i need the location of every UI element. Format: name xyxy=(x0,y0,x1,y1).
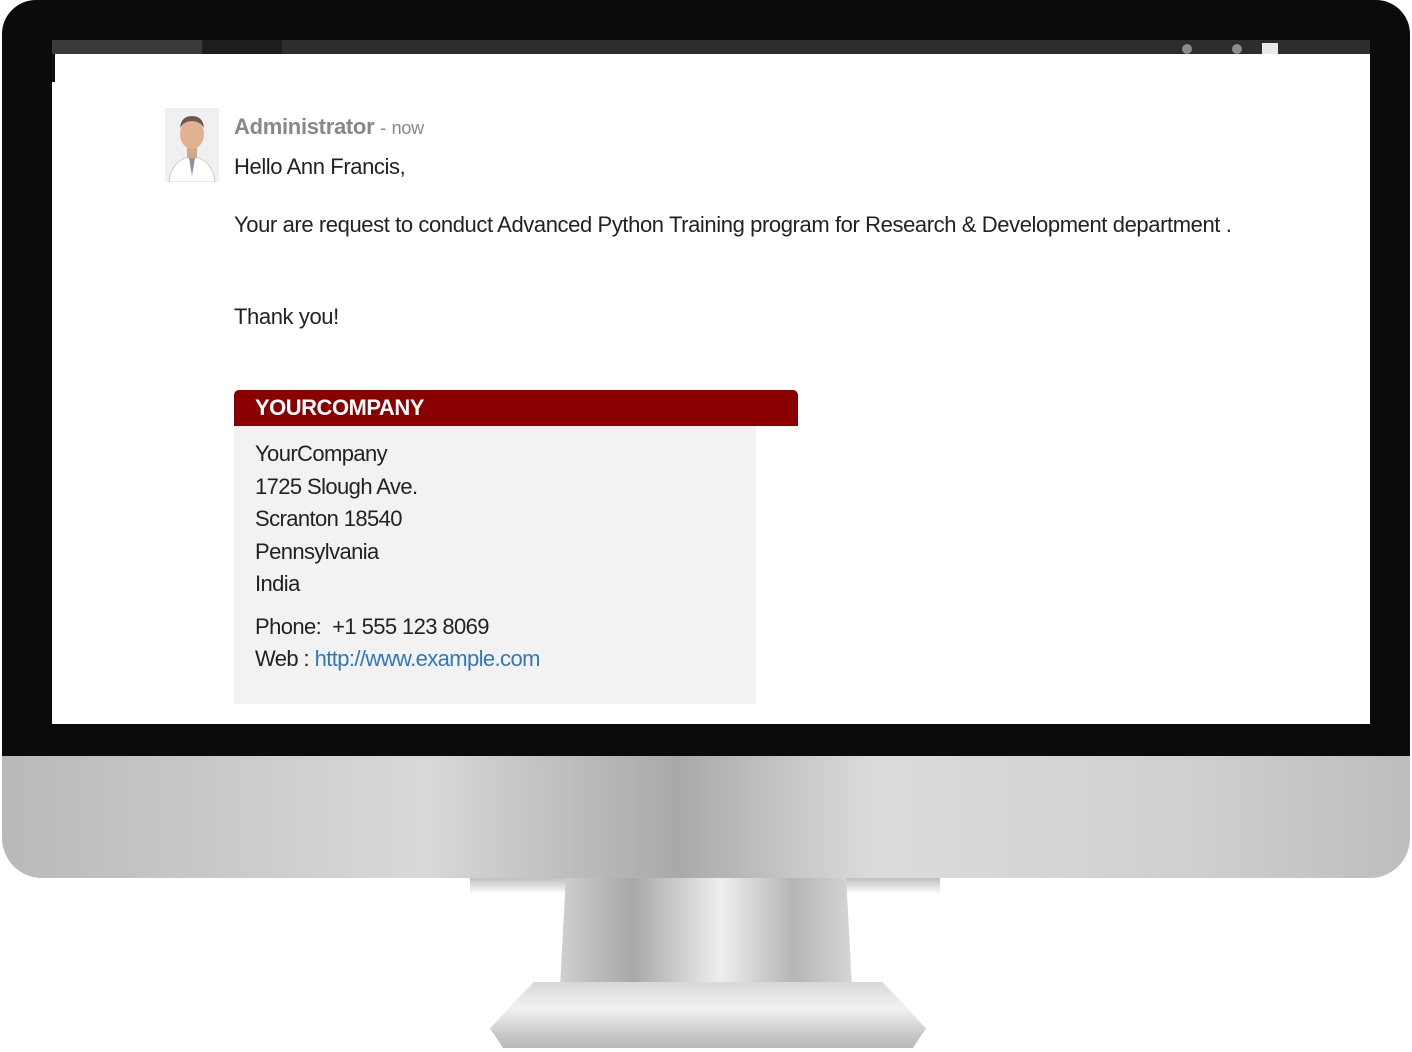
person-photo-icon xyxy=(165,108,219,183)
topbar-tab[interactable] xyxy=(52,40,202,54)
author-avatar[interactable] xyxy=(165,108,219,183)
bell-icon[interactable] xyxy=(1232,44,1242,54)
monitor-stand-neck xyxy=(560,878,852,988)
message-header: Administrator - now xyxy=(234,114,424,140)
website-link[interactable]: http://www.example.com xyxy=(315,646,541,671)
city-zip: Scranton 18540 xyxy=(255,506,403,531)
signature-card: YourCompany 1725 Slough Ave. Scranton 18… xyxy=(234,426,756,704)
street-address: 1725 Slough Ave. xyxy=(255,473,418,499)
phone-line: Phone: +1 555 123 8069 xyxy=(255,611,756,644)
signature-header: YOURCOMPANY xyxy=(234,390,798,426)
thanks-text: Thank you! xyxy=(234,304,339,329)
monitor-chin xyxy=(2,756,1410,878)
screen: Administrator - now Hello Ann Francis, Y… xyxy=(52,40,1370,724)
app-topbar xyxy=(52,40,1370,54)
message-time: now xyxy=(391,118,424,138)
left-edge xyxy=(52,54,55,82)
monitor-stand-base xyxy=(490,982,926,1048)
web-line: Web : http://www.example.com xyxy=(255,643,756,676)
header-separator: - xyxy=(380,118,386,138)
request-text: Your are request to conduct Advanced Pyt… xyxy=(234,212,1232,237)
author-name[interactable]: Administrator xyxy=(234,114,375,139)
phone-label: Phone: xyxy=(255,613,322,639)
phone-number: +1 555 123 8069 xyxy=(332,613,489,639)
user-avatar-mini[interactable] xyxy=(1262,43,1278,54)
company-name: YourCompany xyxy=(255,441,388,466)
web-label: Web : xyxy=(255,646,310,671)
topbar-tab-active[interactable] xyxy=(202,40,282,54)
greeting-text: Hello Ann Francis, xyxy=(234,154,406,179)
chat-icon[interactable] xyxy=(1182,44,1192,54)
country: India xyxy=(255,571,300,596)
state: Pennsylvania xyxy=(255,538,379,564)
topbar-tab[interactable] xyxy=(282,40,392,54)
